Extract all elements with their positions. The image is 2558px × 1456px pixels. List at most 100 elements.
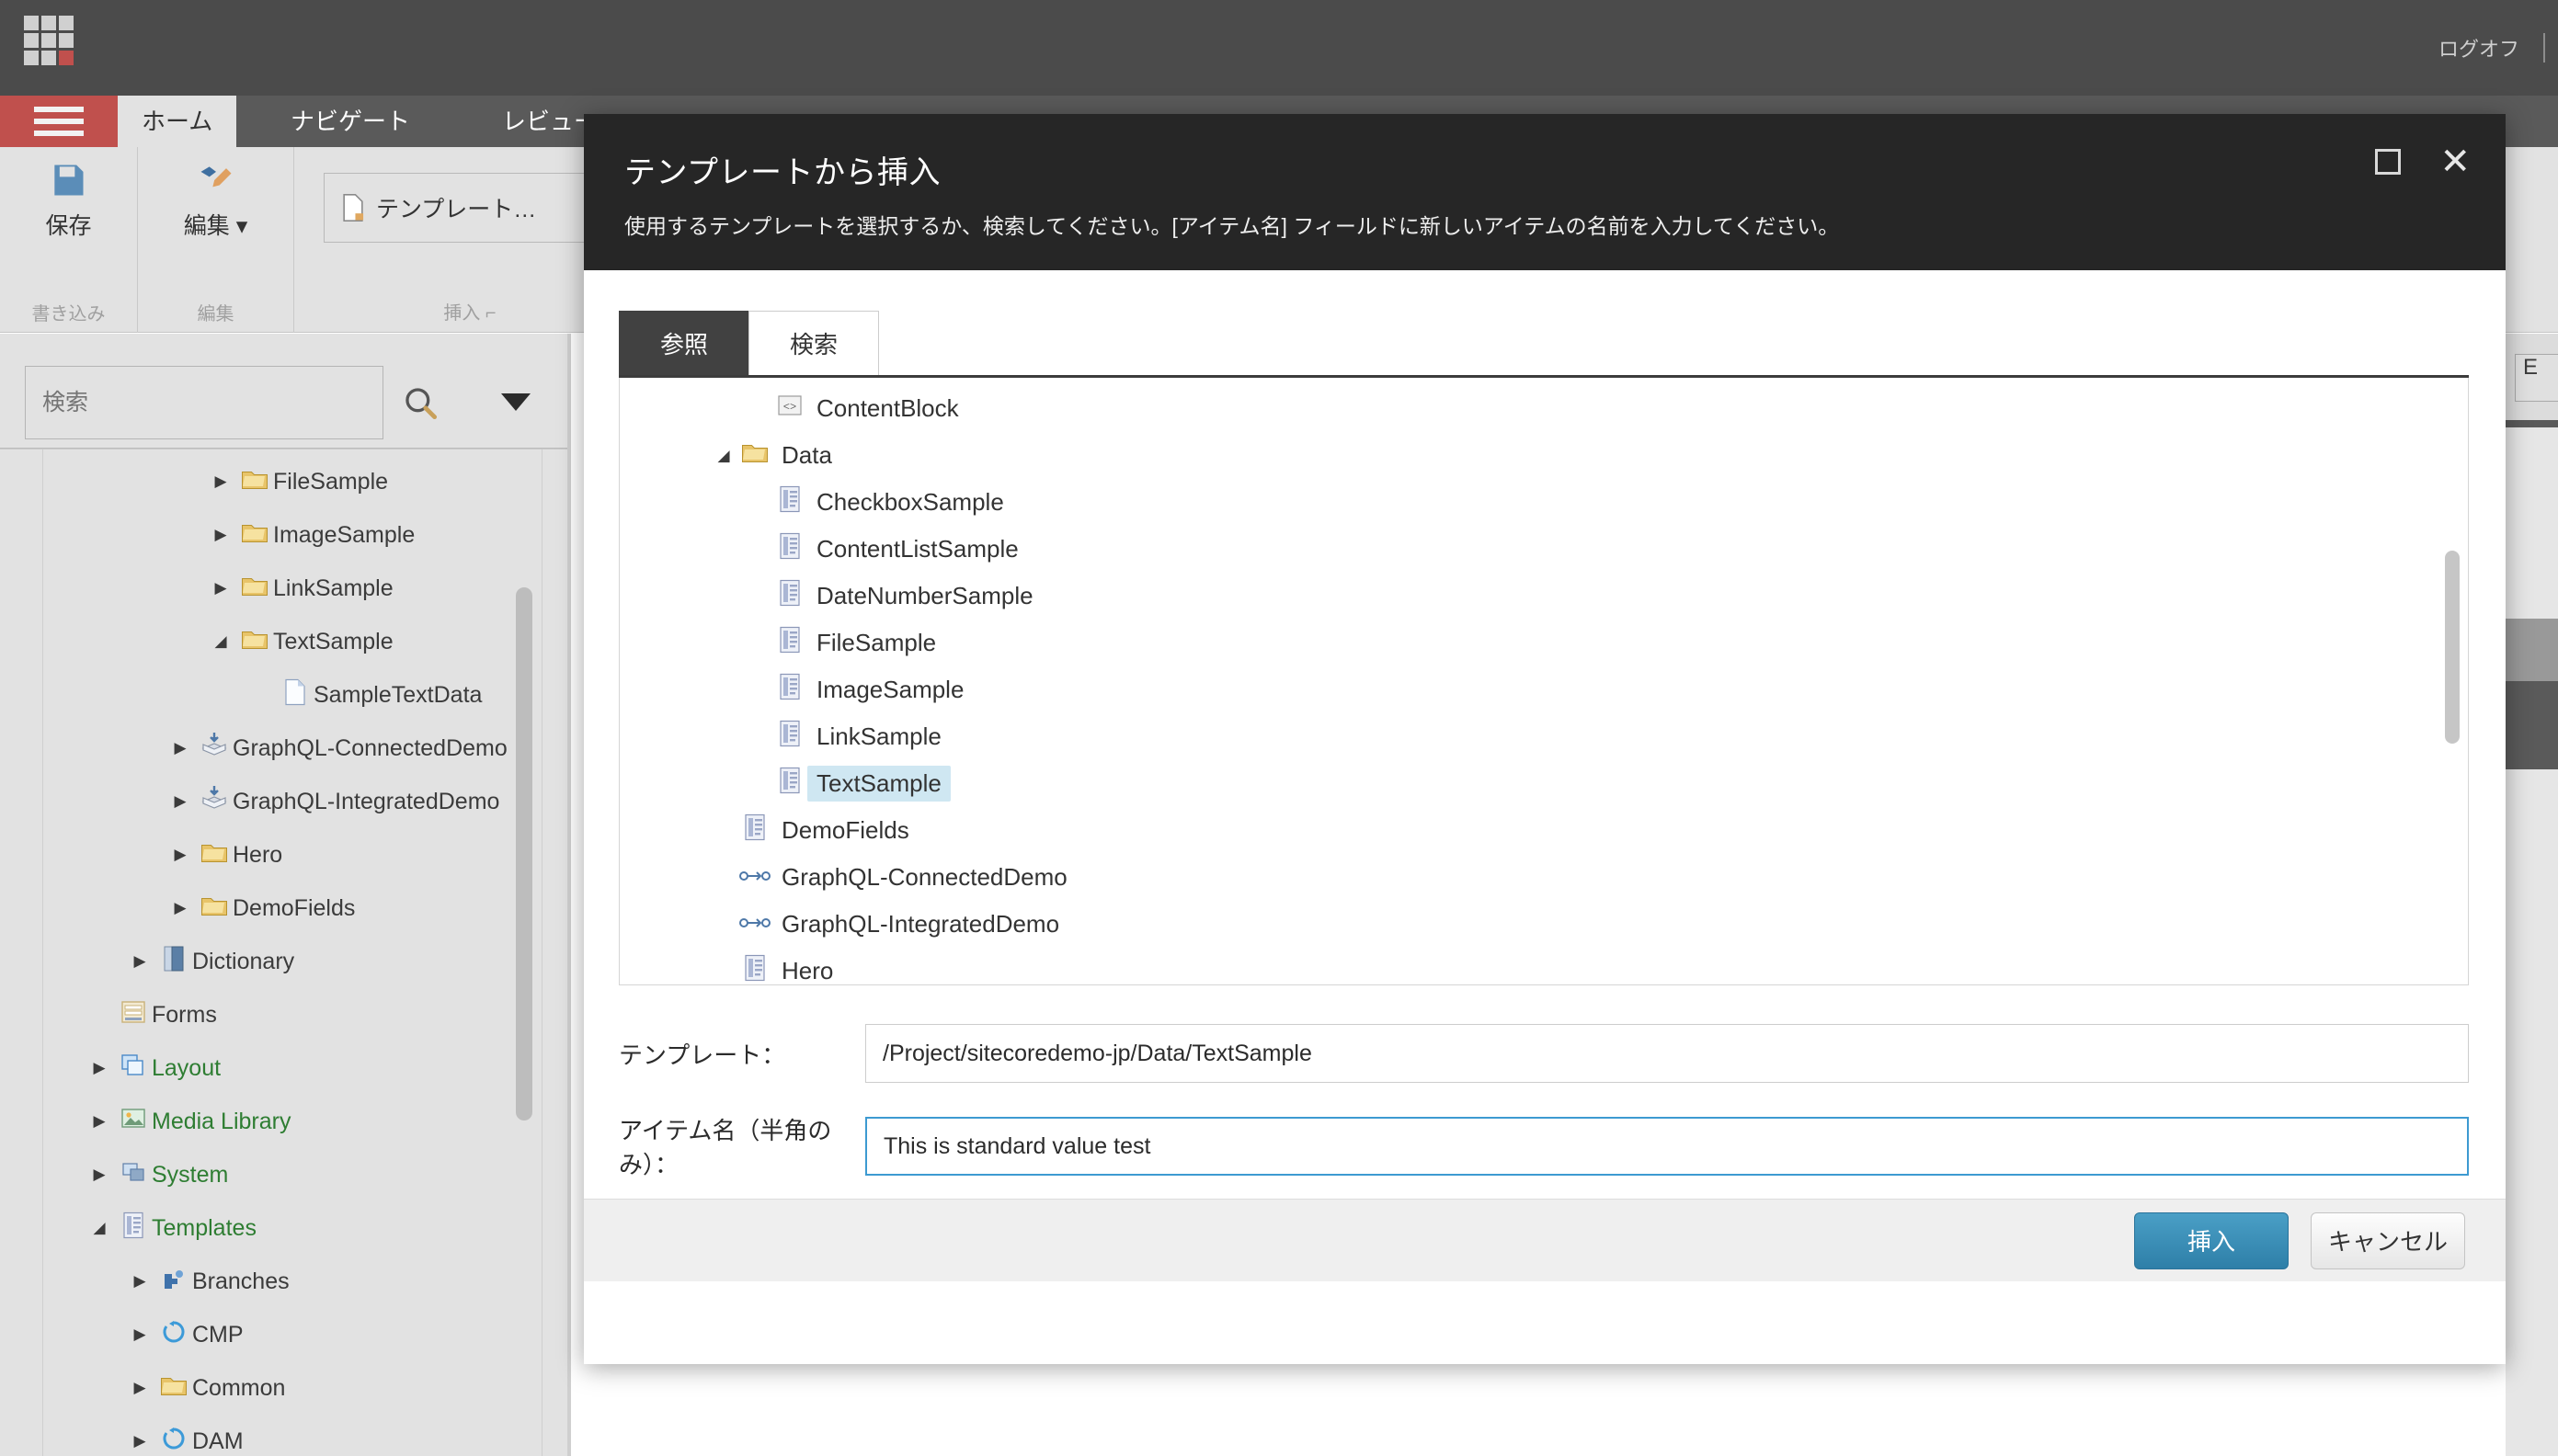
template-tree-item[interactable]: ◢ Data bbox=[620, 432, 2468, 479]
edit-button[interactable]: 編集 ▾ bbox=[184, 160, 247, 241]
twisty-collapsed-icon[interactable]: ▶ bbox=[84, 1112, 115, 1131]
content-tree-item[interactable]: ▶ FileSample bbox=[43, 455, 542, 508]
ribbon-tab-home[interactable]: ホーム bbox=[118, 96, 237, 147]
template-tree-item[interactable]: ImageSample bbox=[620, 666, 2468, 713]
template-icon bbox=[115, 1211, 152, 1246]
twisty-collapsed-icon[interactable]: ▶ bbox=[205, 579, 236, 597]
template-icon bbox=[772, 720, 807, 754]
content-tree-item-label: LinkSample bbox=[273, 574, 394, 601]
sync-icon bbox=[155, 1427, 192, 1456]
content-tree-item[interactable]: ▶ ImageSample bbox=[43, 508, 542, 562]
content-tree-item[interactable]: ◢ TextSample bbox=[43, 615, 542, 668]
template-tree-item[interactable]: DateNumberSample bbox=[620, 573, 2468, 620]
twisty-collapsed-icon[interactable]: ▶ bbox=[165, 899, 196, 917]
menu-hamburger-icon[interactable] bbox=[0, 96, 118, 147]
item-name-input[interactable] bbox=[865, 1117, 2469, 1176]
content-tree-scrollbar[interactable] bbox=[516, 587, 532, 1120]
sitecore-logo-icon[interactable] bbox=[24, 16, 74, 80]
close-icon[interactable]: ✕ bbox=[2439, 143, 2471, 180]
twisty-collapsed-icon[interactable]: ▶ bbox=[84, 1166, 115, 1184]
template-tree-item[interactable]: TextSample bbox=[620, 760, 2468, 807]
twisty-collapsed-icon[interactable]: ▶ bbox=[205, 472, 236, 491]
template-icon bbox=[772, 767, 807, 801]
content-tree-item[interactable]: ▶ Branches bbox=[43, 1255, 542, 1308]
dialog-subtitle: 使用するテンプレートを選択するか、検索してください。[アイテム名] フィールドに… bbox=[624, 214, 1840, 238]
template-path-input[interactable] bbox=[865, 1024, 2469, 1083]
content-tree-item[interactable]: ▶ Hero bbox=[43, 828, 542, 882]
twisty-collapsed-icon[interactable]: ▶ bbox=[165, 739, 196, 757]
page-icon bbox=[277, 678, 314, 712]
twisty-collapsed-icon[interactable]: ▶ bbox=[205, 526, 236, 544]
template-tree-item[interactable]: CheckboxSample bbox=[620, 479, 2468, 526]
twisty-collapsed-icon[interactable]: ▶ bbox=[124, 1272, 155, 1291]
template-tree-item[interactable]: Hero bbox=[620, 948, 2468, 984]
logoff-link[interactable]: ログオフ bbox=[2438, 33, 2519, 63]
content-tree-item-label: System bbox=[152, 1161, 229, 1188]
content-tree-item-label: GraphQL-ConnectedDemo bbox=[233, 734, 508, 761]
content-tree-item-label: Forms bbox=[152, 1001, 217, 1028]
content-tree-item[interactable]: ▶ GraphQL-ConnectedDemo bbox=[43, 722, 542, 775]
template-tree-item[interactable]: <> ContentBlock bbox=[620, 385, 2468, 432]
template-icon bbox=[772, 532, 807, 566]
content-tree-item-label: DAM bbox=[192, 1428, 244, 1454]
content-tree-item-label: TextSample bbox=[273, 628, 394, 654]
content-tree-item-label: Dictionary bbox=[192, 948, 295, 974]
template-tree-item[interactable]: GraphQL-IntegratedDemo bbox=[620, 901, 2468, 948]
content-tree-item-label: FileSample bbox=[273, 468, 389, 495]
content-tree-item[interactable]: ▶ Common bbox=[43, 1361, 542, 1415]
content-tree-item-label: SampleTextData bbox=[314, 681, 483, 708]
twisty-collapsed-icon[interactable]: ▶ bbox=[165, 792, 196, 811]
twisty-expanded-icon[interactable]: ◢ bbox=[710, 447, 737, 465]
template-tree-item[interactable]: FileSample bbox=[620, 620, 2468, 666]
save-label: 保存 bbox=[45, 213, 92, 240]
insert-from-template-dialog: テンプレートから挿入 使用するテンプレートを選択するか、検索してください。[アイ… bbox=[584, 114, 2506, 1364]
ribbon-tab-navigate[interactable]: ナビゲート bbox=[267, 96, 434, 147]
sync-icon bbox=[155, 1320, 192, 1350]
insert-from-template-button[interactable]: テンプレート… bbox=[324, 173, 616, 243]
content-tree-item[interactable]: ▶ DAM bbox=[43, 1415, 542, 1456]
content-tree-item[interactable]: ▶ DemoFields bbox=[43, 882, 542, 935]
chevron-down-icon[interactable] bbox=[501, 393, 531, 411]
template-tree-item[interactable]: LinkSample bbox=[620, 713, 2468, 760]
cancel-button[interactable]: キャンセル bbox=[2311, 1211, 2465, 1269]
content-tree-item[interactable]: ▶ LinkSample bbox=[43, 562, 542, 615]
tab-browse[interactable]: 参照 bbox=[619, 311, 750, 377]
content-tree-item[interactable]: ▶ GraphQL-IntegratedDemo bbox=[43, 775, 542, 828]
content-tree-item[interactable]: ▶ CMP bbox=[43, 1308, 542, 1361]
restore-icon[interactable] bbox=[2375, 149, 2402, 175]
twisty-collapsed-icon[interactable]: ▶ bbox=[124, 1379, 155, 1397]
content-tree-item[interactable]: ▶ System bbox=[43, 1148, 542, 1201]
new-item-icon bbox=[339, 193, 367, 222]
twisty-collapsed-icon[interactable]: ▶ bbox=[124, 1432, 155, 1450]
twisty-expanded-icon[interactable]: ◢ bbox=[205, 632, 236, 651]
content-tree-item[interactable]: ▶ Layout bbox=[43, 1041, 542, 1095]
topbar-actions: ログオフ bbox=[2438, 0, 2545, 96]
search-input[interactable] bbox=[25, 366, 383, 439]
content-tree-item[interactable]: SampleTextData bbox=[43, 668, 542, 722]
content-tree-item[interactable]: ▶ Dictionary bbox=[43, 935, 542, 988]
package-icon bbox=[196, 785, 233, 819]
twisty-collapsed-icon[interactable]: ▶ bbox=[124, 952, 155, 971]
twisty-collapsed-icon[interactable]: ▶ bbox=[84, 1059, 115, 1077]
template-tree-item[interactable]: DemoFields bbox=[620, 807, 2468, 854]
twisty-collapsed-icon[interactable]: ▶ bbox=[165, 846, 196, 864]
dialog-tabs: 参照 検索 bbox=[619, 311, 880, 377]
template-icon bbox=[772, 673, 807, 707]
template-tree-item-label: CheckboxSample bbox=[817, 488, 1004, 516]
content-tree-item[interactable]: ◢ Templates bbox=[43, 1201, 542, 1255]
template-tree-item[interactable]: ContentListSample bbox=[620, 526, 2468, 573]
insert-button[interactable]: 挿入 bbox=[2134, 1211, 2289, 1269]
svg-text:<>: <> bbox=[783, 401, 796, 414]
tab-search[interactable]: 検索 bbox=[748, 311, 880, 377]
template-tree-scrollbar[interactable] bbox=[2445, 551, 2460, 744]
twisty-collapsed-icon[interactable]: ▶ bbox=[124, 1325, 155, 1344]
twisty-expanded-icon[interactable]: ◢ bbox=[84, 1219, 115, 1237]
content-tree-item[interactable]: Forms bbox=[43, 988, 542, 1041]
content-tree-item[interactable]: ▶ Media Library bbox=[43, 1095, 542, 1148]
dialog-title: テンプレートから挿入 bbox=[624, 155, 941, 190]
save-button[interactable]: 保存 bbox=[45, 160, 92, 241]
right-panel-field[interactable]: E bbox=[2515, 354, 2558, 402]
search-icon[interactable] bbox=[401, 379, 441, 425]
content-tree-panel: ▶ FileSample ▶ ImageSample ▶ LinkSample ◢ TextS… bbox=[0, 449, 570, 1456]
template-tree-item[interactable]: GraphQL-ConnectedDemo bbox=[620, 854, 2468, 901]
